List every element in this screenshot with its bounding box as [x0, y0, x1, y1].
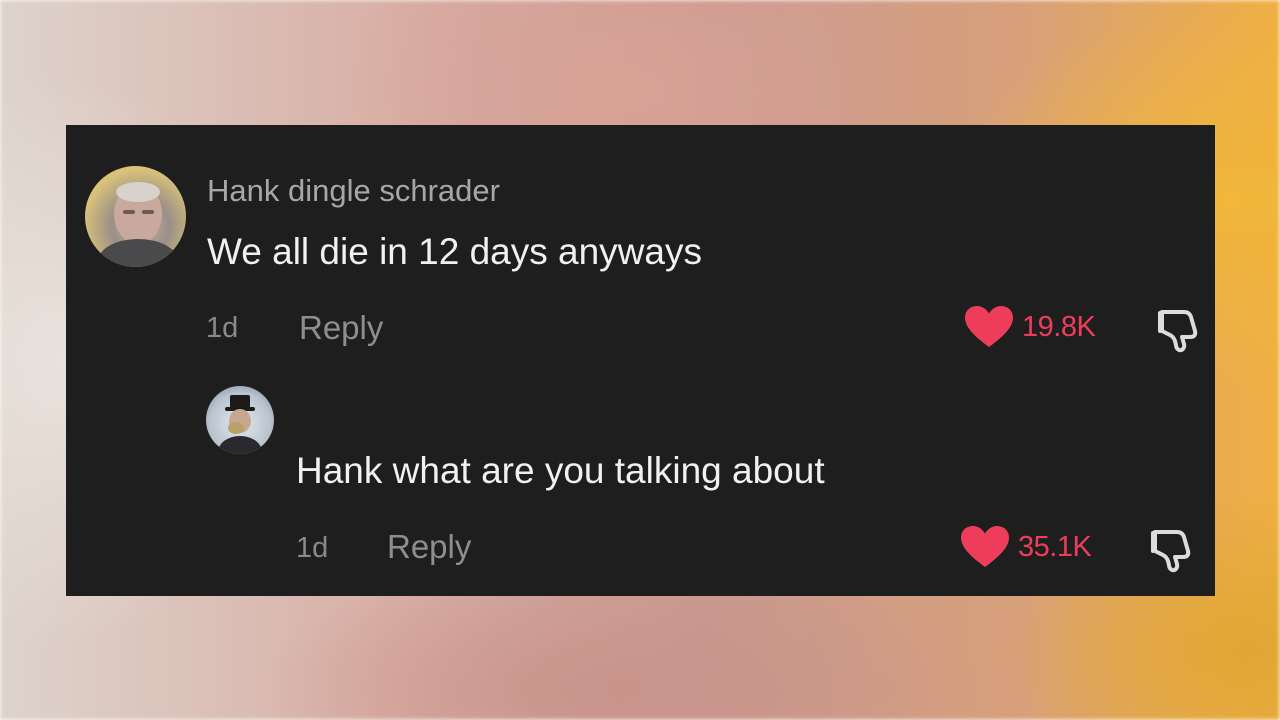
avatar-photo-icon [98, 182, 178, 267]
dislike-button[interactable] [1154, 306, 1202, 359]
avatar[interactable] [85, 166, 186, 267]
thumbs-down-icon [1151, 530, 1191, 573]
avatar-photo-icon [218, 395, 262, 454]
like-button[interactable]: 35.1K [960, 525, 1092, 569]
dislike-button[interactable] [1147, 526, 1195, 579]
comment-timestamp: 1d [296, 532, 329, 564]
comment-timestamp: 1d [206, 312, 239, 344]
comment-text: Hank what are you talking about [296, 450, 825, 491]
heart-icon [961, 526, 1009, 567]
comment-username[interactable]: Hank dingle schrader [207, 173, 500, 209]
comment-text: We all die in 12 days anyways [207, 231, 702, 272]
like-count: 35.1K [1018, 530, 1092, 563]
avatar[interactable] [206, 386, 274, 454]
reply-button[interactable]: Reply [299, 309, 383, 347]
like-count: 19.8K [1022, 310, 1096, 343]
heart-icon [965, 306, 1013, 347]
like-button[interactable]: 19.8K [964, 305, 1096, 349]
thumbs-down-icon [1158, 310, 1198, 353]
reply-button[interactable]: Reply [387, 528, 471, 566]
comments-panel: Hank dingle schrader We all die in 12 da… [66, 125, 1215, 596]
